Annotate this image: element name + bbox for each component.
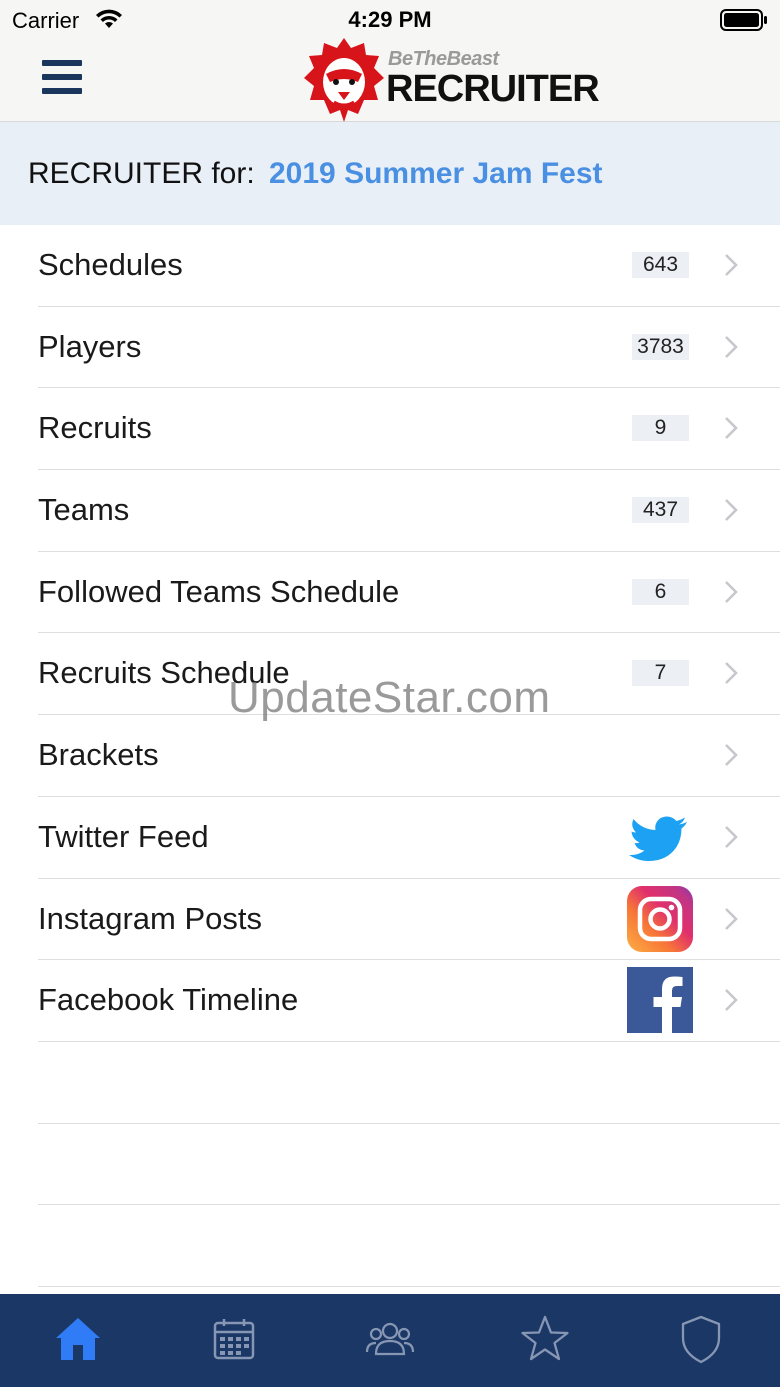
menu-item-brackets[interactable]: Brackets xyxy=(38,715,780,797)
event-banner: RECRUITER for: 2019 Summer Jam Fest xyxy=(0,122,780,225)
menu-item-players[interactable]: Players 3783 xyxy=(38,307,780,389)
chevron-right-icon xyxy=(725,499,738,521)
tab-bar xyxy=(0,1294,780,1387)
menu-item-label: Recruits xyxy=(38,410,152,446)
count-badge: 643 xyxy=(632,252,689,278)
count-badge: 7 xyxy=(632,660,689,687)
menu-item-schedules[interactable]: Schedules 643 xyxy=(38,225,780,307)
home-icon[interactable] xyxy=(53,1314,103,1364)
calendar-icon[interactable] xyxy=(209,1314,259,1364)
top-header: Carrier 4:29 PM BeTheBeast RECRUITER xyxy=(0,0,780,122)
count-badge: 6 xyxy=(632,578,689,605)
menu-bar-icon xyxy=(42,88,82,94)
banner-prefix: RECRUITER for: xyxy=(28,157,255,190)
watermark: UpdateStar.com xyxy=(228,673,551,722)
count-badge: 3783 xyxy=(632,333,689,360)
instagram-icon xyxy=(627,885,693,952)
people-icon[interactable] xyxy=(365,1314,415,1364)
twitter-icon xyxy=(629,816,687,861)
menu-item-label: Instagram Posts xyxy=(38,900,262,936)
brand-name: RECRUITER xyxy=(386,68,600,110)
menu-item-label: Teams xyxy=(38,492,130,528)
menu-bar-icon xyxy=(42,60,82,66)
menu-item-label: Schedules xyxy=(38,247,183,282)
facebook-icon xyxy=(627,967,693,1034)
menu-button[interactable] xyxy=(42,60,82,98)
event-name-link[interactable]: 2019 Summer Jam Fest xyxy=(269,157,603,191)
chevron-right-icon xyxy=(725,662,738,685)
menu-item-recruits[interactable]: Recruits 9 xyxy=(38,388,780,471)
chevron-right-icon xyxy=(725,254,738,276)
menu-item-teams[interactable]: Teams 437 xyxy=(38,470,780,552)
chevron-right-icon xyxy=(725,417,738,440)
chevron-right-icon xyxy=(725,907,738,930)
menu-item-label: Followed Teams Schedule xyxy=(38,573,400,609)
app-logo: BeTheBeast RECRUITER xyxy=(304,38,600,122)
menu-item-followed-teams-schedule[interactable]: Followed Teams Schedule 6 xyxy=(38,552,780,634)
battery-icon xyxy=(720,9,767,31)
chevron-right-icon xyxy=(725,825,738,848)
menu-item-twitter-feed[interactable]: Twitter Feed xyxy=(38,797,780,879)
empty-row xyxy=(38,1042,780,1124)
shield-icon[interactable] xyxy=(676,1314,726,1364)
empty-row xyxy=(38,1205,780,1287)
status-time: 4:29 PM xyxy=(348,7,432,32)
status-bar: Carrier 4:29 PM xyxy=(0,0,780,40)
chevron-right-icon xyxy=(725,989,738,1012)
chevron-right-icon xyxy=(725,580,738,603)
menu-item-facebook-timeline[interactable]: Facebook Timeline xyxy=(38,960,780,1042)
menu-bar-icon xyxy=(42,74,82,80)
beast-logo-icon xyxy=(304,38,384,122)
menu-item-label: Players xyxy=(38,328,142,364)
menu-list: Schedules 643 Players 3783 Recruits 9 Te… xyxy=(0,225,780,1287)
empty-row xyxy=(38,1124,780,1206)
chevron-right-icon xyxy=(725,335,738,358)
menu-item-label: Facebook Timeline xyxy=(38,982,299,1018)
count-badge: 9 xyxy=(632,415,689,442)
chevron-right-icon xyxy=(725,744,738,767)
star-icon[interactable] xyxy=(520,1314,570,1364)
menu-item-label: Twitter Feed xyxy=(38,818,209,854)
count-badge: 437 xyxy=(632,497,689,524)
menu-item-label: Brackets xyxy=(38,737,159,773)
menu-item-instagram-posts[interactable]: Instagram Posts xyxy=(38,879,780,961)
